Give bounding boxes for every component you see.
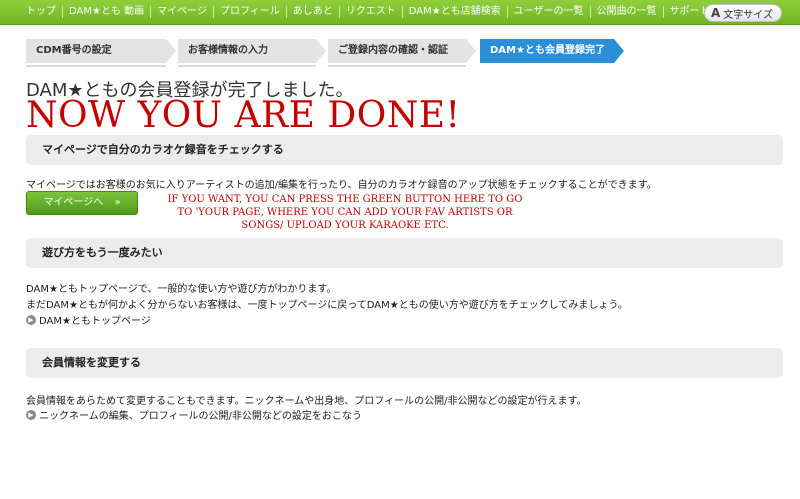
arrow-circle-icon: ▶ [26, 314, 36, 325]
overlay-title: NOW YOU ARE DONE! [26, 95, 461, 136]
step-underline [328, 65, 466, 67]
nav-profile[interactable]: プロフィール [214, 0, 286, 24]
top-nav-items: トップ DAM★とも 動画 マイページ プロフィール あしあと リクエスト DA… [20, 0, 716, 24]
top-page-link[interactable]: ▶ DAM★ともトップページ [26, 312, 151, 327]
step-underline [178, 65, 316, 67]
step-confirm: ご登録内容の確認・認証 [328, 39, 476, 63]
profile-settings-link[interactable]: ▶ ニックネームの編集、プロフィールの公開/非公開などの設定をおこなう [26, 407, 362, 422]
section-heading-mypage: マイページで自分のカラオケ録音をチェックする [26, 135, 783, 165]
nav-mypage[interactable]: マイページ [151, 0, 213, 24]
double-arrow-icon: » [114, 197, 121, 208]
step-underline [26, 65, 166, 67]
mypage-button-label: マイページへ [43, 197, 104, 208]
nav-request[interactable]: リクエスト [340, 0, 402, 24]
overlay-note: IF YOU WANT, YOU CAN PRESS THE GREEN BUT… [167, 194, 523, 231]
nav-dam-video[interactable]: DAM★とも 動画 [63, 0, 150, 24]
howto-text-2: まだDAM★ともが何かよく分からないお客様は、一度トップページに戻ってDAM★と… [26, 300, 628, 311]
top-page-link-label: DAM★ともトップページ [39, 316, 151, 327]
step-complete: DAM★とも会員登録完了 [480, 39, 624, 63]
font-size-label: 文字サイズ [723, 9, 773, 21]
top-nav-bar: トップ DAM★とも 動画 マイページ プロフィール あしあと リクエスト DA… [0, 0, 800, 25]
nav-footprints[interactable]: あしあと [287, 0, 339, 24]
section-heading-member: 会員情報を変更する [26, 348, 783, 378]
mypage-button[interactable]: マイページへ » [26, 191, 138, 215]
step-cdm-number: CDM番号の設定 [26, 39, 176, 63]
nav-public-songs[interactable]: 公開曲の一覧 [591, 0, 663, 24]
mypage-description: マイページではお客様のお気に入りアーティストの追加/編集を行ったり、自分のカラオ… [26, 180, 657, 191]
profile-settings-link-label: ニックネームの編集、プロフィールの公開/非公開などの設定をおこなう [39, 411, 362, 422]
font-size-button[interactable]: A 文字サイズ [704, 4, 782, 22]
font-size-icon: A [711, 6, 721, 20]
howto-text-1: DAM★ともトップページで、一般的な使い方や遊び方がわかります。 [26, 284, 337, 295]
step-customer-info: お客様情報の入力 [178, 39, 326, 63]
member-description: 会員情報をあらためて変更することもできます。ニックネームや出身地、プロフィールの… [26, 396, 587, 407]
section-heading-howto: 遊び方をもう一度みたい [26, 238, 783, 268]
nav-top[interactable]: トップ [20, 0, 62, 24]
nav-store-search[interactable]: DAM★とも店舗検索 [403, 0, 507, 24]
arrow-circle-icon: ▶ [26, 409, 36, 420]
nav-user-list[interactable]: ユーザーの一覧 [508, 0, 590, 24]
